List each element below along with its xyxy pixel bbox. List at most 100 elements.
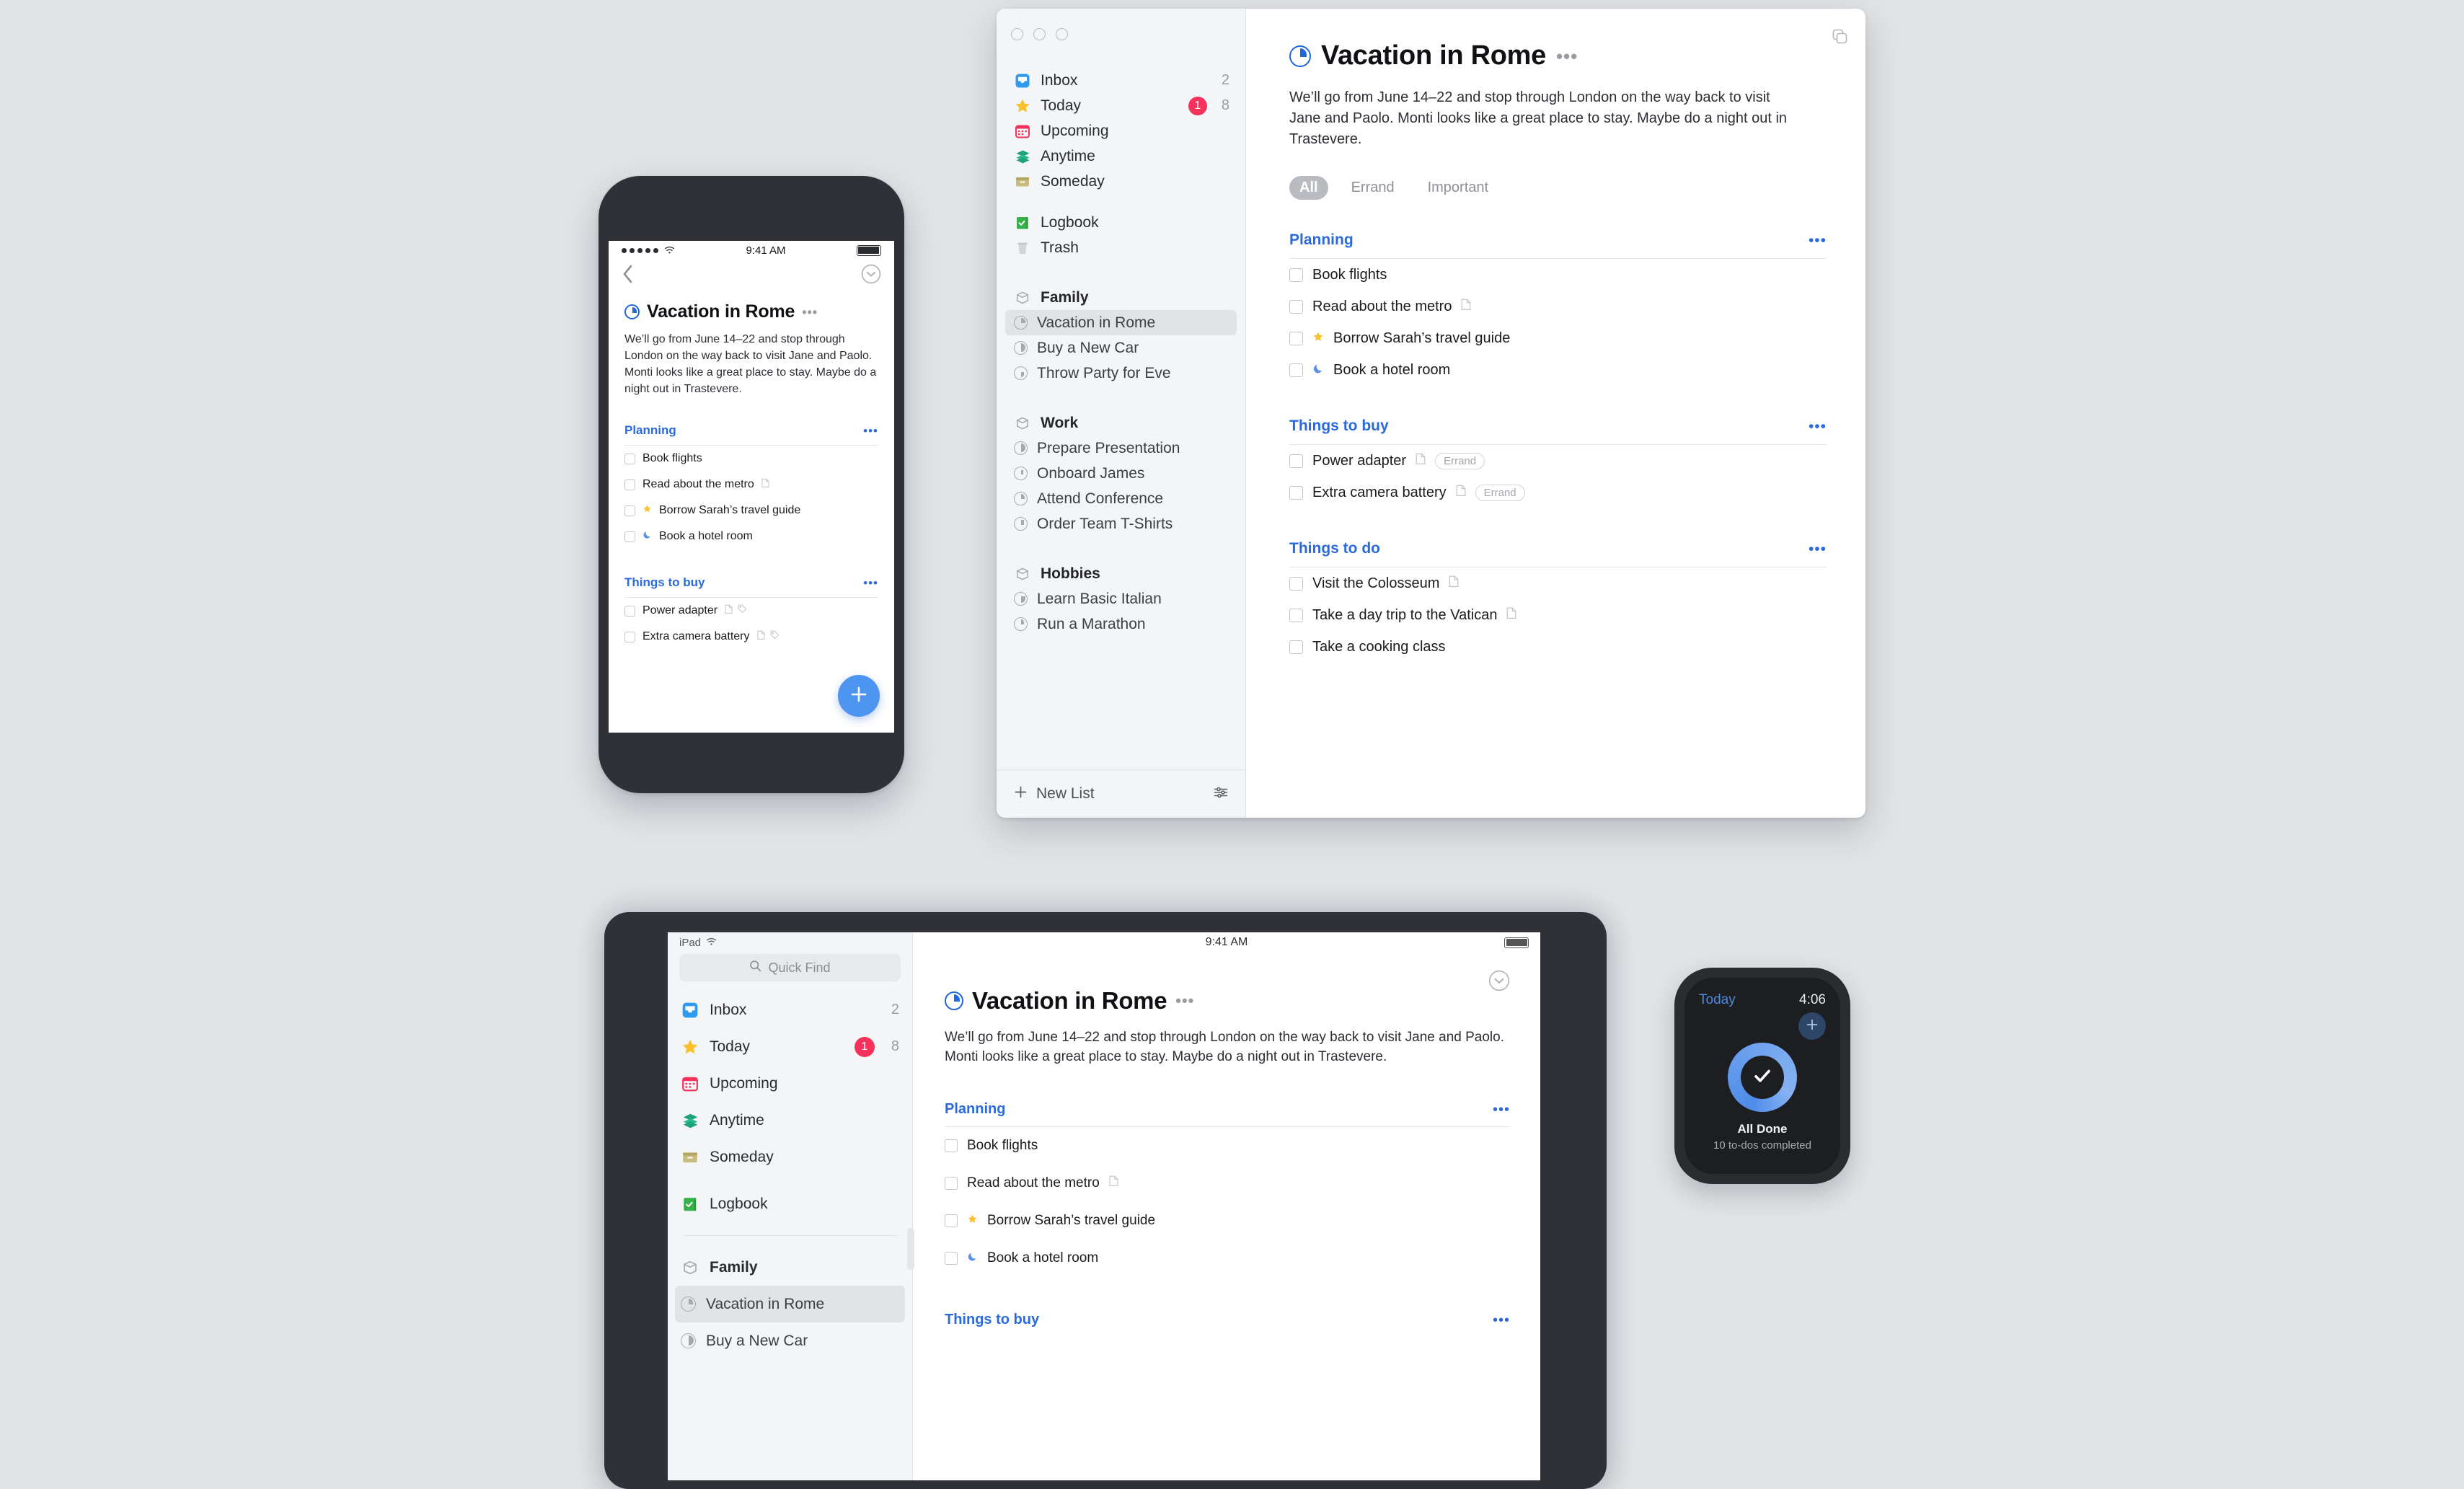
scrollbar-thumb[interactable] — [907, 1228, 914, 1270]
todo-checkbox[interactable] — [1289, 576, 1303, 591]
sidebar-item-inbox[interactable]: Inbox 2 — [997, 68, 1245, 93]
sidebar-item-trash[interactable]: Trash — [997, 235, 1245, 260]
sidebar-item-someday[interactable]: Someday — [997, 169, 1245, 194]
sidebar-project-vacation-in-rome[interactable]: Vacation in Rome — [675, 1286, 905, 1322]
todo-row[interactable]: Borrow Sarah’s travel guide — [624, 498, 878, 523]
watch-add-button[interactable] — [1798, 1012, 1826, 1040]
close-button[interactable] — [1011, 28, 1023, 40]
todo-checkbox[interactable] — [945, 1177, 958, 1190]
minimize-button[interactable] — [1033, 28, 1046, 40]
sidebar-project-order-team-t-shirts[interactable]: Order Team T-Shirts — [997, 511, 1245, 536]
todo-row[interactable]: Book flights — [624, 446, 878, 472]
calendar-icon — [681, 1074, 699, 1093]
sidebar-item-upcoming[interactable]: Upcoming — [668, 1065, 912, 1102]
todo-row[interactable]: Book flights — [1289, 259, 1827, 291]
quick-find-input[interactable]: Quick Find — [679, 954, 901, 981]
todo-row[interactable]: Extra camera battery Errand — [1289, 477, 1827, 508]
chevron-left-icon[interactable] — [622, 264, 634, 288]
sidebar-item-logbook[interactable]: Logbook — [997, 210, 1245, 235]
sidebar-area-work[interactable]: Work — [997, 410, 1245, 436]
sidebar-project-prepare-presentation[interactable]: Prepare Presentation — [997, 436, 1245, 461]
sidebar-item-label: Logbook — [710, 1195, 768, 1212]
section-more-button[interactable]: ••• — [1809, 542, 1827, 557]
todo-checkbox[interactable] — [624, 453, 635, 464]
sidebar-project-buy-a-new-car[interactable]: Buy a New Car — [997, 335, 1245, 361]
todo-checkbox[interactable] — [624, 479, 635, 490]
section-more-button[interactable]: ••• — [1493, 1313, 1510, 1327]
project-more-button[interactable]: ••• — [1175, 993, 1194, 1009]
sidebar-item-today[interactable]: Today 1 8 — [997, 93, 1245, 118]
wifi-icon — [706, 937, 717, 949]
todo-row[interactable]: Book a hotel room — [1289, 354, 1827, 386]
todo-row[interactable]: Borrow Sarah’s travel guide — [1289, 322, 1827, 354]
project-more-button[interactable]: ••• — [802, 306, 818, 319]
project-more-button[interactable]: ••• — [1556, 47, 1578, 66]
todo-row[interactable]: Visit the Colosseum — [1289, 567, 1827, 599]
chevron-down-circle-icon[interactable] — [1488, 970, 1510, 995]
sidebar-project-attend-conference[interactable]: Attend Conference — [997, 486, 1245, 511]
traffic-lights[interactable] — [997, 9, 1245, 40]
todo-checkbox[interactable] — [1289, 454, 1303, 468]
sidebar-area-family[interactable]: Family — [668, 1249, 912, 1286]
todo-checkbox[interactable] — [1289, 299, 1303, 314]
sidebar-project-run-a-marathon[interactable]: Run a Marathon — [997, 611, 1245, 637]
todo-row[interactable]: Extra camera battery — [624, 624, 878, 650]
tag-icon — [738, 604, 747, 617]
todo-checkbox[interactable] — [1289, 640, 1303, 654]
sidebar-area-family[interactable]: Family — [997, 285, 1245, 310]
tag-filter-errand[interactable]: Errand — [1341, 176, 1405, 200]
sidebar-project-onboard-james[interactable]: Onboard James — [997, 461, 1245, 486]
todo-checkbox[interactable] — [624, 605, 635, 617]
sliders-icon[interactable] — [1212, 784, 1229, 805]
sidebar-item-upcoming[interactable]: Upcoming — [997, 118, 1245, 143]
todo-checkbox[interactable] — [1289, 331, 1303, 345]
todo-checkbox[interactable] — [1289, 363, 1303, 377]
windows-toggle-icon[interactable] — [1831, 27, 1850, 50]
todo-row[interactable]: Read about the metro — [1289, 291, 1827, 322]
tag-filter-all[interactable]: All — [1289, 176, 1328, 200]
section-more-button[interactable]: ••• — [1809, 233, 1827, 248]
todo-row[interactable]: Read about the metro — [945, 1165, 1510, 1202]
area-icon — [1014, 415, 1031, 432]
todo-checkbox[interactable] — [945, 1214, 958, 1227]
todo-checkbox[interactable] — [1289, 608, 1303, 622]
todo-row[interactable]: Book a hotel room — [945, 1240, 1510, 1277]
sidebar-item-today[interactable]: Today 1 8 — [668, 1028, 912, 1065]
section-more-button[interactable]: ••• — [863, 425, 878, 437]
todo-row[interactable]: Take a day trip to the Vatican — [1289, 599, 1827, 631]
mac-sidebar-scroll[interactable]: Inbox 2 Today 1 8 Upcoming Anytime Somed… — [997, 40, 1245, 769]
zoom-button[interactable] — [1056, 28, 1068, 40]
chevron-down-circle-icon[interactable] — [861, 264, 881, 288]
sidebar-item-anytime[interactable]: Anytime — [668, 1102, 912, 1139]
todo-checkbox[interactable] — [945, 1252, 958, 1265]
todo-row[interactable]: Book flights — [945, 1127, 1510, 1165]
todo-checkbox[interactable] — [624, 631, 635, 642]
add-todo-button[interactable] — [838, 675, 880, 717]
section-more-button[interactable]: ••• — [863, 577, 878, 589]
todo-row[interactable]: Book a hotel room — [624, 523, 878, 549]
todo-row[interactable]: Borrow Sarah’s travel guide — [945, 1202, 1510, 1240]
sidebar-item-count: 2 — [891, 1002, 899, 1017]
sidebar-item-someday[interactable]: Someday — [668, 1139, 912, 1175]
sidebar-project-throw-party-for-eve[interactable]: Throw Party for Eve — [997, 361, 1245, 386]
todo-checkbox[interactable] — [945, 1139, 958, 1152]
sidebar-project-learn-basic-italian[interactable]: Learn Basic Italian — [997, 586, 1245, 611]
section-more-button[interactable]: ••• — [1493, 1103, 1510, 1117]
sidebar-area-hobbies[interactable]: Hobbies — [997, 561, 1245, 586]
todo-row[interactable]: Take a cooking class — [1289, 631, 1827, 663]
sidebar-item-logbook[interactable]: Logbook — [668, 1185, 912, 1222]
sidebar-item-anytime[interactable]: Anytime — [997, 143, 1245, 169]
todo-row[interactable]: Power adapter Errand — [1289, 445, 1827, 477]
section-more-button[interactable]: ••• — [1809, 419, 1827, 434]
todo-row[interactable]: Power adapter — [624, 598, 878, 624]
todo-checkbox[interactable] — [624, 505, 635, 516]
sidebar-project-buy-a-new-car[interactable]: Buy a New Car — [668, 1322, 912, 1359]
sidebar-project-vacation-in-rome[interactable]: Vacation in Rome — [1005, 310, 1237, 335]
todo-checkbox[interactable] — [1289, 485, 1303, 500]
sidebar-item-inbox[interactable]: Inbox 2 — [668, 991, 912, 1028]
new-list-button[interactable]: New List — [1014, 785, 1095, 803]
todo-checkbox[interactable] — [1289, 268, 1303, 282]
tag-filter-important[interactable]: Important — [1418, 176, 1498, 200]
todo-checkbox[interactable] — [624, 531, 635, 542]
todo-row[interactable]: Read about the metro — [624, 472, 878, 498]
